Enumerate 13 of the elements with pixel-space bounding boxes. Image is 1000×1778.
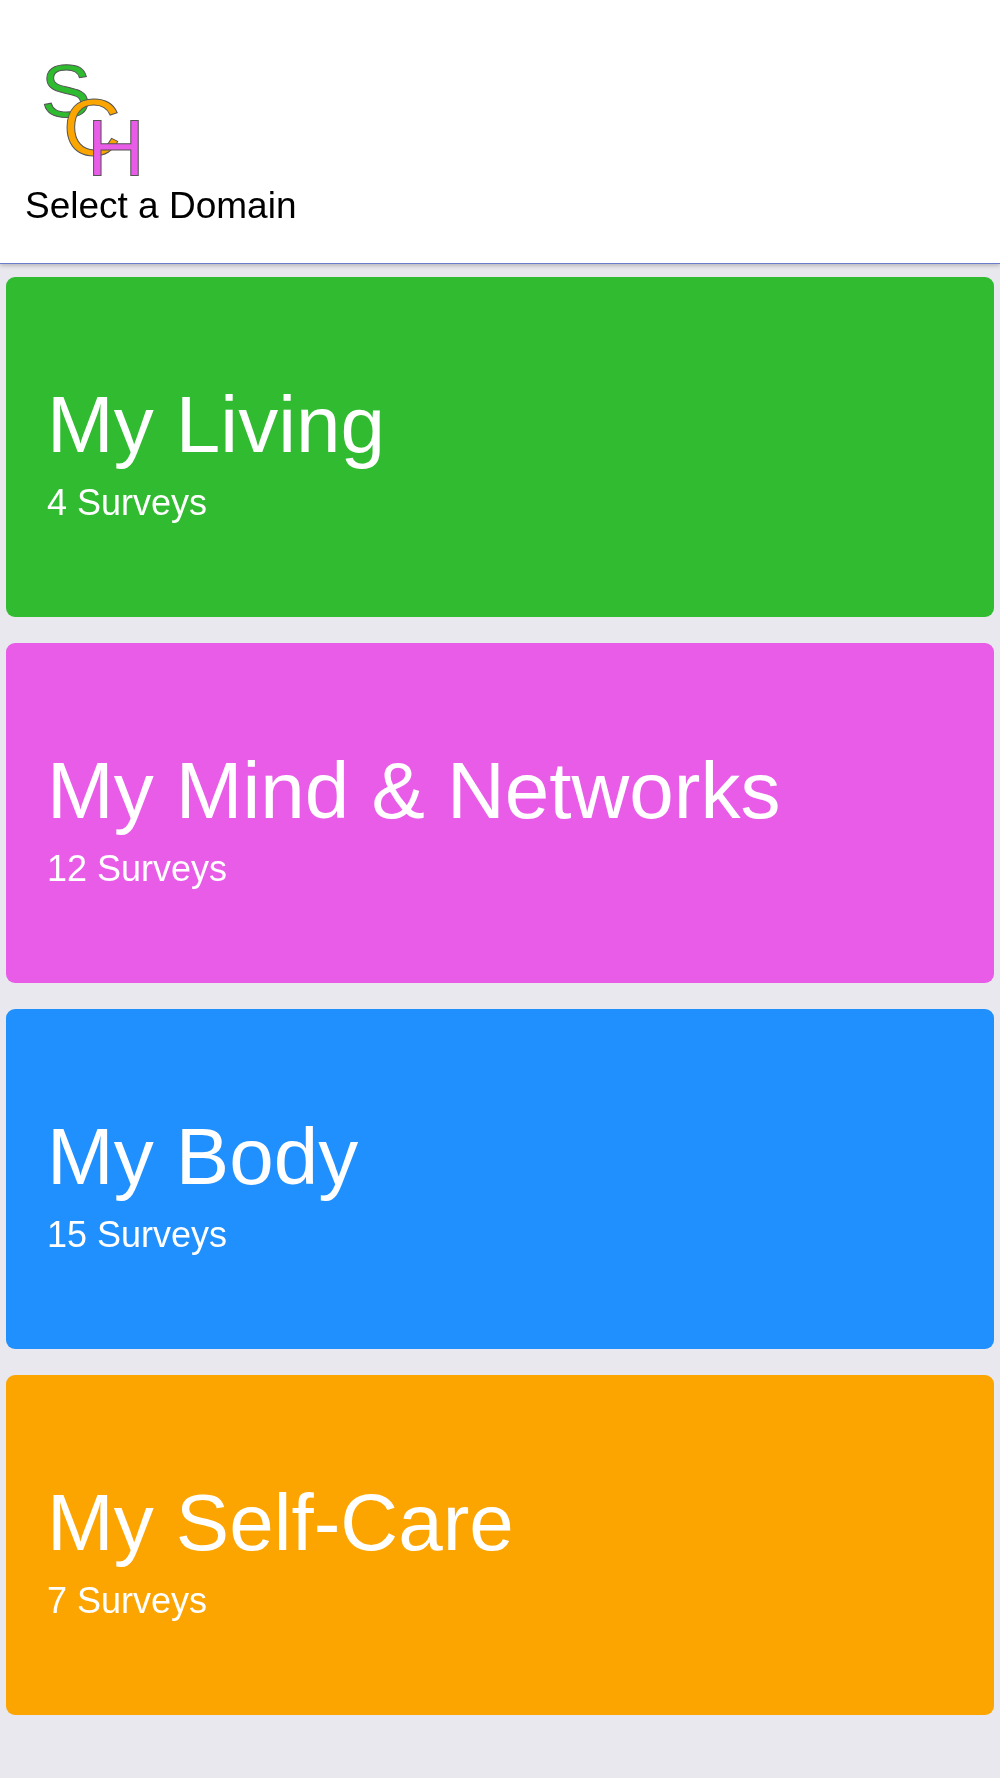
domain-name: My Body: [47, 1111, 360, 1203]
domain-name: My Self-Care: [47, 1477, 515, 1569]
survey-count: 12 Surveys: [47, 847, 229, 891]
domain-name: My Living: [47, 379, 386, 471]
domain-card[interactable]: My Body 15 Surveys: [6, 1009, 994, 1349]
domain-card[interactable]: My Living 4 Surveys: [6, 277, 994, 617]
domain-card[interactable]: My Self-Care 7 Surveys: [6, 1375, 994, 1715]
survey-count: 4 Surveys: [47, 481, 209, 525]
survey-count: 15 Surveys: [47, 1213, 229, 1257]
page-title: Select a Domain: [25, 184, 298, 228]
survey-count: 7 Surveys: [47, 1579, 209, 1623]
domain-card[interactable]: My Mind & Networks 12 Surveys: [6, 643, 994, 983]
domain-name: My Mind & Networks: [47, 745, 782, 837]
